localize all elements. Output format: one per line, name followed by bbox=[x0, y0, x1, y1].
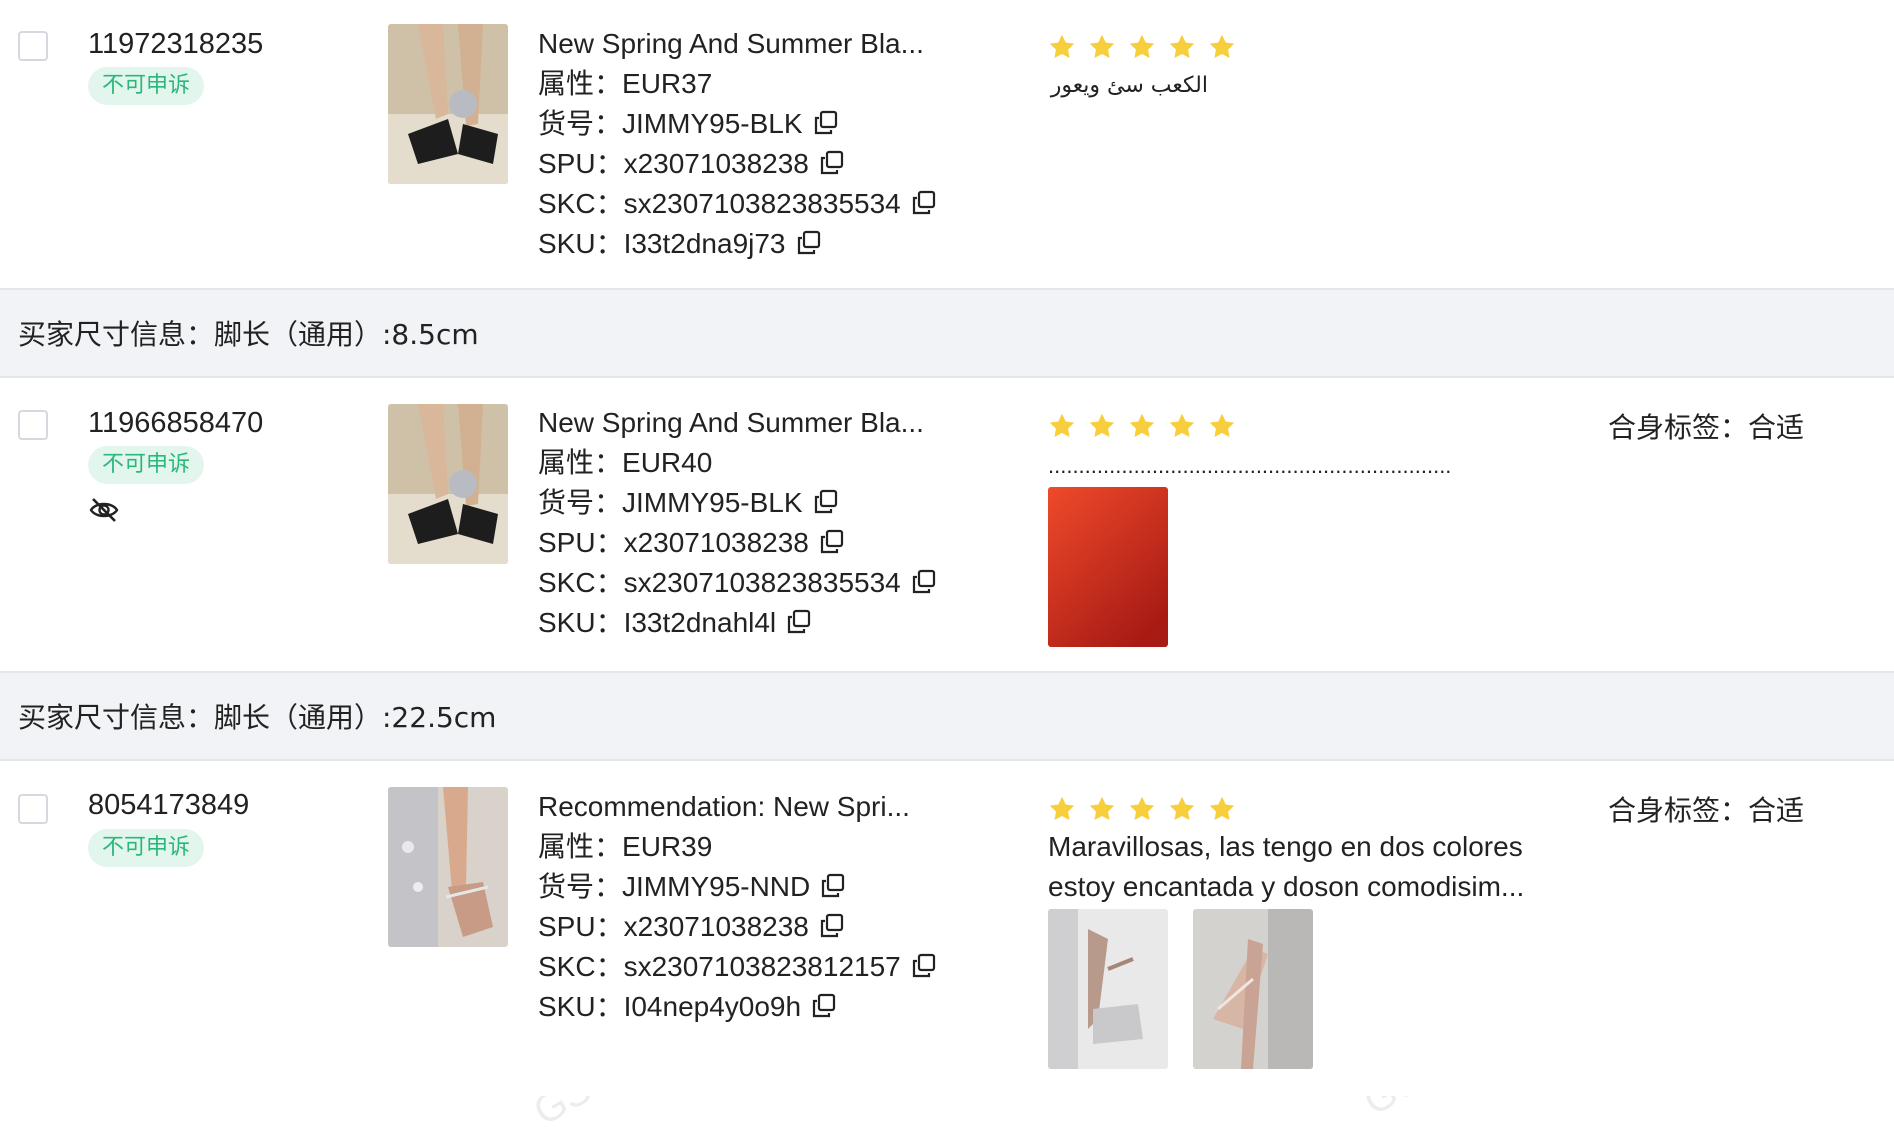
review-text: ........................................… bbox=[1048, 453, 1452, 478]
status-badge: 不可申诉 bbox=[88, 446, 205, 484]
product-title[interactable]: New Spring And Summer Bla... bbox=[538, 403, 937, 443]
review-line: estoy encantada y doson comodisim... bbox=[1048, 871, 1525, 902]
copy-icon[interactable] bbox=[820, 873, 846, 899]
review-row: 11972318235 不可申诉 New Spring And Summer B… bbox=[0, 0, 1894, 288]
row-checkbox[interactable] bbox=[18, 31, 48, 61]
review-image[interactable] bbox=[1048, 909, 1168, 1069]
copy-icon[interactable] bbox=[819, 913, 845, 939]
skc-value: sx2307103823835534 bbox=[623, 188, 901, 219]
star-icon bbox=[1169, 34, 1195, 58]
star-icon bbox=[1169, 413, 1195, 437]
product-title[interactable]: Recommendation: New Spri... bbox=[538, 787, 937, 827]
star-icon bbox=[1209, 34, 1235, 58]
star-icon bbox=[1209, 796, 1235, 820]
review-text: الكعب سئ ويعور bbox=[1050, 73, 1208, 98]
attr-label: 属性： bbox=[538, 830, 623, 863]
item-no-label: 货号： bbox=[538, 486, 623, 519]
product-thumbnail[interactable] bbox=[388, 787, 508, 947]
rating-stars bbox=[1048, 33, 1236, 61]
item-no-value: JIMMY95-BLK bbox=[622, 487, 803, 518]
attr-value: EUR40 bbox=[622, 447, 713, 478]
item-no-label: 货号： bbox=[538, 870, 623, 903]
buyer-size-info: 买家尺寸信息：脚长（通用）:8.5cm bbox=[0, 288, 1894, 378]
skc-label: SKC： bbox=[538, 951, 624, 982]
sku-value: I04nep4y0o9h bbox=[623, 991, 802, 1022]
sku-label: SKU： bbox=[538, 607, 624, 638]
spu-value: x23071038238 bbox=[623, 148, 809, 179]
copy-icon[interactable] bbox=[911, 190, 937, 216]
star-icon bbox=[1129, 413, 1155, 437]
sku-label: SKU： bbox=[538, 228, 624, 259]
product-title[interactable]: New Spring And Summer Bla... bbox=[538, 24, 937, 64]
row-checkbox[interactable] bbox=[18, 794, 48, 824]
sku-label: SKU： bbox=[538, 991, 624, 1022]
row-checkbox[interactable] bbox=[18, 410, 48, 440]
copy-icon[interactable] bbox=[911, 953, 937, 979]
status-badge: 不可申诉 bbox=[88, 829, 205, 867]
product-thumbnail[interactable] bbox=[388, 24, 508, 184]
copy-icon[interactable] bbox=[796, 230, 822, 256]
attr-value: EUR37 bbox=[622, 68, 713, 99]
spu-value: x23071038238 bbox=[623, 911, 809, 942]
copy-icon[interactable] bbox=[911, 569, 937, 595]
star-icon bbox=[1169, 796, 1195, 820]
copy-icon[interactable] bbox=[813, 110, 839, 136]
order-id: 8054173849 bbox=[88, 789, 250, 821]
sku-value: I33t2dnahl4l bbox=[623, 607, 777, 638]
product-info: New Spring And Summer Bla... 属性：EUR40 货号… bbox=[538, 403, 937, 643]
star-icon bbox=[1089, 34, 1115, 58]
copy-icon[interactable] bbox=[813, 489, 839, 515]
spu-label: SPU： bbox=[538, 148, 624, 179]
item-no-value: JIMMY95-NND bbox=[622, 871, 811, 902]
status-badge: 不可申诉 bbox=[88, 67, 205, 105]
order-id: 11966858470 bbox=[88, 407, 264, 439]
fit-label: 合身标签：合适 bbox=[1608, 794, 1805, 827]
skc-label: SKC： bbox=[538, 567, 624, 598]
star-icon bbox=[1129, 34, 1155, 58]
review-row: 8054173849 不可申诉 Recommendation: New Spri… bbox=[0, 763, 1894, 1096]
product-thumbnail[interactable] bbox=[388, 404, 508, 564]
attr-label: 属性： bbox=[538, 67, 623, 100]
review-image[interactable] bbox=[1048, 487, 1168, 647]
star-icon bbox=[1129, 796, 1155, 820]
attr-value: EUR39 bbox=[622, 831, 713, 862]
rating-stars bbox=[1048, 795, 1236, 823]
fit-label: 合身标签：合适 bbox=[1608, 411, 1805, 444]
copy-icon[interactable] bbox=[819, 529, 845, 555]
product-info: New Spring And Summer Bla... 属性：EUR37 货号… bbox=[538, 24, 937, 264]
copy-icon[interactable] bbox=[811, 993, 837, 1019]
skc-label: SKC： bbox=[538, 188, 624, 219]
review-line: Maravillosas, las tengo en dos colores bbox=[1048, 831, 1523, 862]
star-icon bbox=[1089, 413, 1115, 437]
rating-stars bbox=[1048, 412, 1236, 440]
eye-off-icon[interactable] bbox=[88, 494, 120, 526]
attr-label: 属性： bbox=[538, 446, 623, 479]
skc-value: sx2307103823835534 bbox=[623, 567, 901, 598]
star-icon bbox=[1049, 413, 1075, 437]
spu-label: SPU： bbox=[538, 527, 624, 558]
spu-value: x23071038238 bbox=[623, 527, 809, 558]
star-icon bbox=[1049, 34, 1075, 58]
order-id: 11972318235 bbox=[88, 28, 264, 60]
item-no-label: 货号： bbox=[538, 107, 623, 140]
review-image[interactable] bbox=[1193, 909, 1313, 1069]
copy-icon[interactable] bbox=[786, 609, 812, 635]
star-icon bbox=[1209, 413, 1235, 437]
spu-label: SPU： bbox=[538, 911, 624, 942]
item-no-value: JIMMY95-BLK bbox=[622, 108, 803, 139]
star-icon bbox=[1049, 796, 1075, 820]
review-text: Maravillosas, las tengo en dos colores e… bbox=[1048, 827, 1524, 907]
review-row: 11966858470 不可申诉 New Spring And Summer B… bbox=[0, 380, 1894, 671]
product-info: Recommendation: New Spri... 属性：EUR39 货号：… bbox=[538, 787, 937, 1027]
sku-value: I33t2dna9j73 bbox=[623, 228, 786, 259]
skc-value: sx2307103823812157 bbox=[623, 951, 901, 982]
buyer-size-info: 买家尺寸信息：脚长（通用）:22.5cm bbox=[0, 671, 1894, 761]
star-icon bbox=[1089, 796, 1115, 820]
copy-icon[interactable] bbox=[819, 150, 845, 176]
